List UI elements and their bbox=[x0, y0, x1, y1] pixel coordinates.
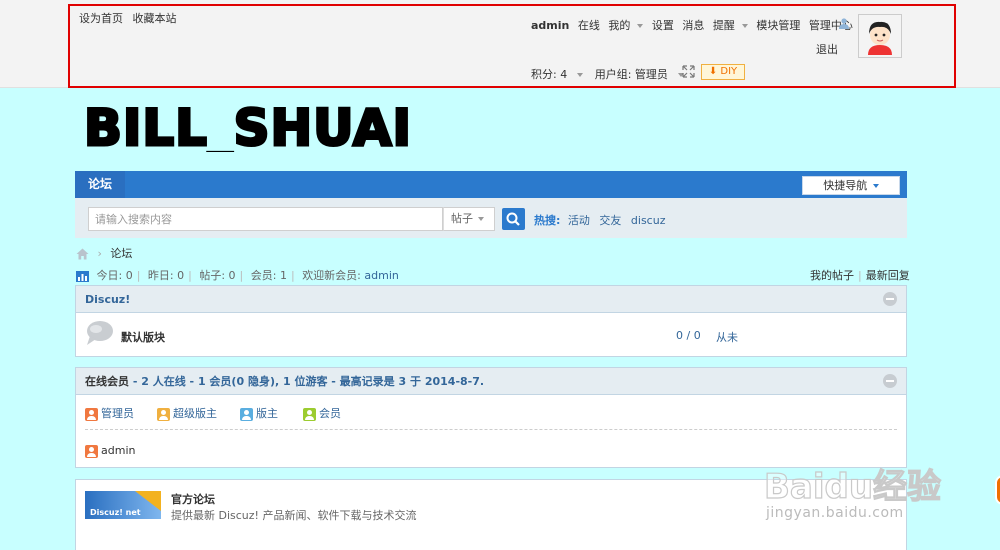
search-type-label: 帖子 bbox=[451, 212, 473, 225]
online-user-name: admin bbox=[101, 444, 136, 457]
hot-search-item[interactable]: discuz bbox=[631, 214, 666, 227]
legend-label: 超级版主 bbox=[173, 407, 217, 420]
welcome-label: 欢迎新会员: bbox=[302, 269, 361, 282]
site-logo[interactable]: BILL_SHUAI bbox=[84, 100, 424, 152]
latest-replies-link[interactable]: 最新回复 bbox=[866, 269, 910, 282]
official-forum-desc: 提供最新 Discuz! 产品新闻、软件下载与技术交流 bbox=[171, 509, 417, 522]
home-icon[interactable] bbox=[76, 248, 89, 260]
watermark-brand: Baidu经验 bbox=[764, 467, 941, 507]
legend-admin: 管理员 bbox=[85, 405, 134, 421]
stat-posts: 帖子: 0 bbox=[199, 269, 236, 282]
stat-members: 会员: 1 bbox=[250, 269, 287, 282]
breadcrumb: › 论坛 bbox=[76, 245, 132, 261]
discuz-logo[interactable]: Discuz! net bbox=[85, 491, 161, 519]
logo-text: BILL_SHUAI bbox=[84, 100, 412, 152]
highlight-box bbox=[68, 4, 956, 88]
my-posts-link[interactable]: 我的帖子 bbox=[810, 269, 854, 282]
speech-bubble-icon[interactable] bbox=[84, 320, 114, 346]
divider: | bbox=[136, 269, 141, 282]
breadcrumb-separator: › bbox=[97, 247, 102, 260]
stat-yesterday: 昨日: 0 bbox=[147, 269, 185, 282]
search-input[interactable] bbox=[88, 207, 443, 231]
online-user[interactable]: admin bbox=[85, 444, 135, 458]
user-icon bbox=[240, 407, 253, 421]
collapse-icon[interactable] bbox=[883, 292, 897, 306]
category-header: Discuz! bbox=[76, 286, 906, 313]
chevron-down-icon bbox=[872, 184, 879, 188]
online-summary: - 2 人在线 - 1 会员(0 隐身), 1 位游客 - 最高记录是 3 于 … bbox=[132, 375, 485, 388]
collapse-icon[interactable] bbox=[883, 374, 897, 388]
side-float-button[interactable] bbox=[995, 475, 1000, 505]
forum-category-panel: Discuz! 默认版块 0 / 0 从未 bbox=[75, 285, 907, 357]
forum-last-post: 从未 bbox=[716, 331, 738, 344]
divider: | bbox=[239, 269, 244, 282]
legend-moderator: 版主 bbox=[240, 405, 278, 421]
hot-search-item[interactable]: 交友 bbox=[599, 214, 621, 227]
main-nav: 论坛 快捷导航 bbox=[75, 171, 907, 198]
bar-chart-icon bbox=[76, 270, 89, 282]
legend-label: 会员 bbox=[319, 407, 341, 420]
search-button[interactable] bbox=[502, 208, 525, 230]
forum-name-link[interactable]: 默认版块 bbox=[121, 329, 165, 345]
breadcrumb-current[interactable]: 论坛 bbox=[110, 247, 132, 260]
forum-stats: 今日: 0 | 昨日: 0 | 帖子: 0 | 会员: 1 | 欢迎新会员: admin bbox=[76, 267, 399, 283]
hot-search-item[interactable]: 活动 bbox=[568, 214, 590, 227]
divider: | bbox=[858, 269, 862, 282]
search-icon bbox=[506, 212, 520, 226]
new-member-link[interactable]: admin bbox=[364, 269, 398, 282]
online-header: 在线会员 - 2 人在线 - 1 会员(0 隐身), 1 位游客 - 最高记录是… bbox=[76, 368, 906, 395]
hot-search-label: 热搜: bbox=[534, 214, 561, 227]
divider: | bbox=[188, 269, 192, 282]
quick-nav-label: 快捷导航 bbox=[823, 179, 868, 192]
legend-label: 管理员 bbox=[101, 407, 134, 420]
forum-row: 默认版块 0 / 0 从未 bbox=[76, 313, 906, 357]
divider: | bbox=[290, 269, 295, 282]
forum-post-count: 0 / 0 bbox=[676, 329, 701, 342]
search-bar: 帖子 热搜: 活动 交友 discuz bbox=[75, 198, 907, 238]
post-links: 我的帖子 | 最新回复 bbox=[810, 267, 910, 283]
online-members-panel: 在线会员 - 2 人在线 - 1 会员(0 隐身), 1 位游客 - 最高记录是… bbox=[75, 367, 907, 468]
watermark-url: jingyan.baidu.com bbox=[766, 505, 904, 521]
user-icon bbox=[157, 407, 170, 421]
nav-tab-forum[interactable]: 论坛 bbox=[75, 171, 125, 198]
stat-today: 今日: 0 bbox=[96, 269, 133, 282]
legend-super-moderator: 超级版主 bbox=[157, 405, 217, 421]
member-legend: 管理员 超级版主 版主 会员 bbox=[85, 395, 897, 430]
user-icon bbox=[85, 407, 98, 421]
official-forum-link[interactable]: 官方论坛 bbox=[171, 491, 215, 507]
chevron-down-icon bbox=[478, 217, 484, 221]
legend-label: 版主 bbox=[256, 407, 278, 420]
legend-member: 会员 bbox=[303, 405, 341, 421]
user-icon bbox=[85, 444, 98, 458]
online-title[interactable]: 在线会员 bbox=[85, 375, 129, 388]
category-title[interactable]: Discuz! bbox=[85, 293, 130, 306]
logo-text: Discuz! net bbox=[90, 508, 141, 517]
search-type-select[interactable]: 帖子 bbox=[443, 207, 495, 231]
quick-nav-button[interactable]: 快捷导航 bbox=[802, 176, 900, 195]
user-icon bbox=[303, 407, 316, 421]
hot-search: 热搜: 活动 交友 discuz bbox=[534, 212, 671, 228]
